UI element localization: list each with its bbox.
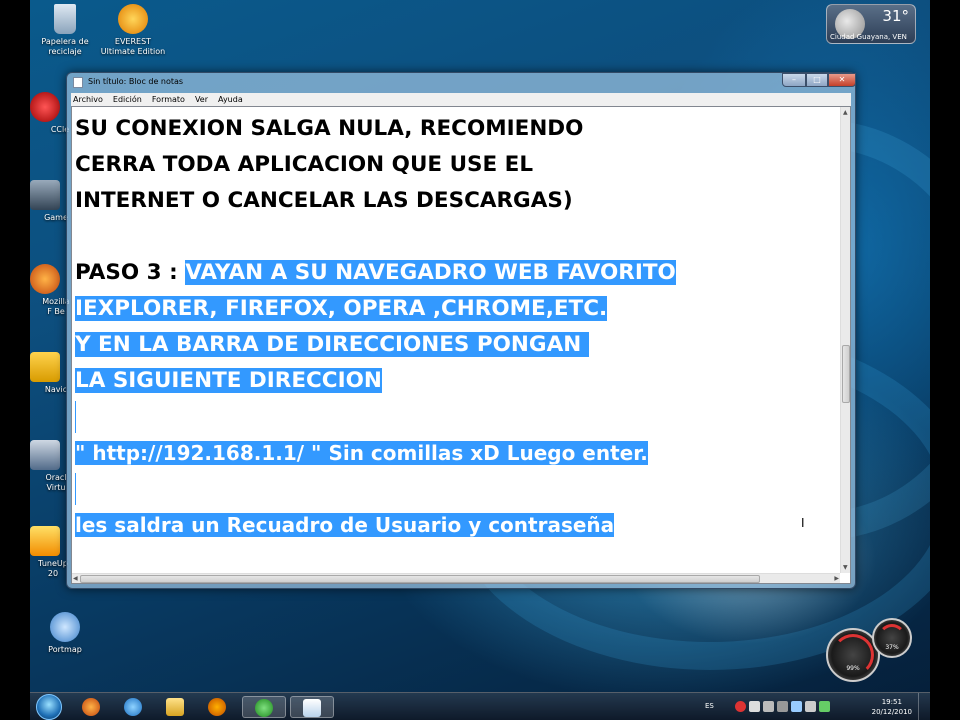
stop-icon[interactable] bbox=[763, 701, 774, 712]
text-line: SU CONEXION SALGA NULA, RECOMIENDO bbox=[75, 116, 584, 141]
explorer-icon bbox=[166, 698, 184, 716]
text-line: CERRA TODA APLICACION QUE USE EL bbox=[75, 152, 534, 177]
desktop-icon-virtualbox[interactable]: Oracl Virtu bbox=[30, 440, 70, 493]
selected-text: " http://192.168.1.1/ " Sin comillas xD … bbox=[75, 441, 648, 465]
document-text[interactable]: SU CONEXION SALGA NULA, RECOMIENDO CERRA… bbox=[75, 113, 850, 545]
text-cursor-icon: I bbox=[801, 516, 805, 530]
notepad-icon bbox=[303, 699, 321, 717]
flag-icon[interactable] bbox=[819, 701, 830, 712]
desktop-icon-recycle-bin[interactable]: Papelera de reciclaje bbox=[30, 4, 100, 57]
cpu-meter-gadget[interactable]: 99% 37% bbox=[826, 600, 926, 688]
text-line: PASO 3 : VAYAN A SU NAVEGADRO WEB FAVORI… bbox=[75, 257, 850, 293]
menu-edicion[interactable]: Edición bbox=[113, 95, 142, 104]
show-desktop-button[interactable] bbox=[918, 693, 930, 720]
menu-bar: Archivo Edición Formato Ver Ayuda bbox=[71, 93, 851, 106]
ccleaner-icon bbox=[30, 92, 60, 122]
selected-text: IEXPLORER, FIREFOX, OPERA ,CHROME,ETC. bbox=[75, 296, 608, 321]
navicat-icon bbox=[30, 352, 60, 382]
volume-icon[interactable] bbox=[805, 701, 816, 712]
scroll-left-icon[interactable]: ◀ bbox=[73, 575, 78, 582]
taskbar-firefox[interactable] bbox=[74, 696, 108, 718]
desktop-icon-portmap[interactable]: Portmap bbox=[30, 612, 100, 655]
horizontal-scroll-thumb[interactable] bbox=[80, 575, 760, 583]
ie-icon bbox=[124, 698, 142, 716]
clock[interactable]: 19:51 20/12/2010 bbox=[872, 697, 912, 717]
desktop: Papelera de reciclaje EVEREST Ultimate E… bbox=[30, 0, 930, 720]
desktop-icon-game[interactable]: Game bbox=[30, 180, 70, 223]
menu-formato[interactable]: Formato bbox=[152, 95, 185, 104]
game-icon bbox=[30, 180, 60, 210]
menu-ver[interactable]: Ver bbox=[195, 95, 208, 104]
taskbar: ES 19:51 20/12/2010 bbox=[30, 692, 930, 720]
text-line: LA SIGUIENTE DIRECCION bbox=[75, 365, 850, 401]
clock-time: 19:51 bbox=[881, 698, 902, 706]
weather-temperature: 31° bbox=[882, 7, 909, 25]
scroll-up-icon[interactable]: ▲ bbox=[843, 109, 848, 116]
weather-gadget[interactable]: 31° Ciudad Guayana, VEN bbox=[826, 4, 916, 44]
menu-ayuda[interactable]: Ayuda bbox=[218, 95, 243, 104]
memory-gauge: 37% bbox=[872, 618, 912, 658]
cpu-usage: 99% bbox=[846, 665, 860, 672]
selected-text: LA SIGUIENTE DIRECCION bbox=[75, 368, 382, 393]
language-indicator[interactable]: ES bbox=[705, 702, 714, 710]
start-button[interactable] bbox=[36, 694, 62, 720]
system-tray: ES 19:51 20/12/2010 bbox=[680, 693, 930, 720]
play-icon[interactable] bbox=[749, 701, 760, 712]
text-line: " http://192.168.1.1/ " Sin comillas xD … bbox=[75, 437, 850, 473]
text-line-empty bbox=[75, 473, 850, 509]
close-button[interactable]: ✕ bbox=[828, 73, 856, 87]
pause-icon[interactable] bbox=[777, 701, 788, 712]
taskbar-media-player[interactable] bbox=[200, 696, 234, 718]
taskbar-notepad[interactable] bbox=[290, 696, 334, 718]
window-title: Sin título: Bloc de notas bbox=[88, 77, 184, 86]
text-editor[interactable]: SU CONEXION SALGA NULA, RECOMIENDO CERRA… bbox=[71, 106, 851, 584]
menu-archivo[interactable]: Archivo bbox=[73, 95, 103, 104]
vertical-scrollbar[interactable]: ▲ ▼ bbox=[840, 107, 850, 573]
portmap-icon bbox=[50, 612, 80, 642]
scroll-right-icon[interactable]: ▶ bbox=[834, 575, 839, 582]
desktop-icon-everest[interactable]: EVEREST Ultimate Edition bbox=[98, 4, 168, 57]
network-icon[interactable] bbox=[791, 701, 802, 712]
text-line: les saldra un Recuadro de Usuario y cont… bbox=[75, 509, 850, 545]
desktop-icon-firefox-beta[interactable]: Mozilla F Be bbox=[30, 264, 70, 317]
horizontal-scrollbar[interactable]: ◀ ▶ bbox=[72, 573, 840, 583]
everest-icon bbox=[118, 4, 148, 34]
desktop-icon-navicat[interactable]: Navic bbox=[30, 352, 70, 395]
notepad-icon bbox=[73, 77, 83, 88]
desktop-icon-ccleaner[interactable]: CCle bbox=[30, 92, 70, 135]
messenger-icon bbox=[255, 699, 273, 717]
selected-text: les saldra un Recuadro de Usuario y cont… bbox=[75, 513, 615, 537]
memory-usage: 37% bbox=[885, 644, 899, 651]
notepad-window[interactable]: Sin título: Bloc de notas – □ ✕ Archivo … bbox=[66, 72, 856, 589]
weather-city: Ciudad Guayana, VEN bbox=[830, 33, 907, 41]
record-icon[interactable] bbox=[735, 701, 746, 712]
taskbar-messenger[interactable] bbox=[242, 696, 286, 718]
text-line-empty bbox=[75, 221, 850, 257]
taskbar-explorer[interactable] bbox=[158, 696, 192, 718]
firefox-beta-icon bbox=[30, 264, 60, 294]
desktop-icon-tuneup[interactable]: TuneUp 20 bbox=[30, 526, 70, 579]
minimize-button[interactable]: – bbox=[782, 73, 806, 87]
scroll-down-icon[interactable]: ▼ bbox=[843, 564, 848, 571]
tuneup-icon bbox=[30, 526, 60, 556]
selected-text: Y EN LA BARRA DE DIRECCIONES PONGAN bbox=[75, 332, 589, 357]
text-line: IEXPLORER, FIREFOX, OPERA ,CHROME,ETC. bbox=[75, 293, 850, 329]
clock-date: 20/12/2010 bbox=[871, 708, 912, 716]
text-line-unselected: PASO 3 : bbox=[75, 260, 186, 285]
media-player-icon bbox=[208, 698, 226, 716]
tray-icons bbox=[735, 701, 845, 713]
selected-text: VAYAN A SU NAVEGADRO WEB FAVORITO bbox=[185, 260, 676, 285]
text-line: INTERNET O CANCELAR LAS DESCARGAS) bbox=[75, 188, 573, 213]
virtualbox-icon bbox=[30, 440, 60, 470]
recycle-bin-icon bbox=[54, 4, 76, 34]
vertical-scroll-thumb[interactable] bbox=[842, 345, 850, 403]
firefox-icon bbox=[82, 698, 100, 716]
taskbar-internet-explorer[interactable] bbox=[116, 696, 150, 718]
text-line: Y EN LA BARRA DE DIRECCIONES PONGAN bbox=[75, 329, 850, 365]
maximize-button[interactable]: □ bbox=[806, 73, 828, 87]
title-bar[interactable]: Sin título: Bloc de notas – □ ✕ bbox=[67, 73, 856, 93]
text-line-empty bbox=[75, 401, 850, 437]
